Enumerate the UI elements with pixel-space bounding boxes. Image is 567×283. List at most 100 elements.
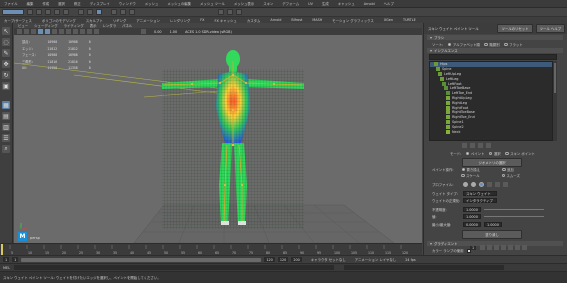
- lasso-tool-icon[interactable]: ◌: [2, 38, 10, 46]
- play-forward-icon[interactable]: [501, 245, 506, 250]
- step-back-icon[interactable]: [487, 245, 492, 250]
- shelf-tab[interactable]: モーション グラフィックス: [332, 18, 374, 23]
- open-scene-icon[interactable]: [36, 9, 42, 15]
- snap-point-icon[interactable]: [129, 9, 135, 15]
- texture-icon[interactable]: [52, 29, 57, 34]
- key-icon[interactable]: [522, 245, 527, 250]
- max-field[interactable]: 1.0000: [484, 222, 502, 227]
- scale-tool-icon[interactable]: ▣: [2, 82, 10, 90]
- go-end-icon[interactable]: [515, 245, 520, 250]
- influence-color-swatch[interactable]: [446, 91, 450, 96]
- normalize-select[interactable]: インタラクティブ: [463, 198, 497, 203]
- profile-soft-icon[interactable]: [471, 182, 476, 187]
- select-geometry-button[interactable]: ジオメトリの選択: [462, 158, 522, 167]
- mel-label[interactable]: MEL: [3, 266, 10, 270]
- shelf-tab[interactable]: ポリゴンのモデリング: [42, 18, 76, 23]
- move-tool-icon[interactable]: ✥: [2, 60, 10, 68]
- shelf-tab[interactable]: Arnold: [270, 18, 281, 22]
- profile-gaussian-icon[interactable]: [463, 182, 468, 187]
- profile-image-icon[interactable]: [495, 182, 500, 187]
- value-slider[interactable]: [484, 215, 544, 218]
- brush-section-header[interactable]: ブラシ: [427, 35, 563, 40]
- play-back-icon[interactable]: [494, 245, 499, 250]
- menu-item[interactable]: 生成: [322, 1, 329, 6]
- menu-item[interactable]: スキン: [263, 1, 273, 6]
- shelf-tab[interactable]: MASH: [312, 18, 322, 22]
- influence-color-swatch[interactable]: [446, 129, 450, 134]
- grid-toggle-icon[interactable]: [141, 29, 146, 34]
- sort-alpha-radio[interactable]: [447, 42, 452, 47]
- profile-square-icon[interactable]: [487, 182, 492, 187]
- shadow-icon[interactable]: [66, 29, 71, 34]
- wireframe-icon[interactable]: [38, 29, 43, 34]
- mode-select-radio[interactable]: [488, 151, 493, 156]
- op-replace-radio[interactable]: [461, 167, 465, 172]
- xray-joint-icon[interactable]: [94, 29, 99, 34]
- unlock-icon[interactable]: [470, 143, 475, 148]
- new-scene-icon[interactable]: [27, 9, 33, 15]
- opacity-slider[interactable]: [484, 208, 544, 211]
- copy-icon[interactable]: [478, 143, 483, 148]
- min-field[interactable]: 0.0000: [463, 222, 481, 227]
- influence-color-swatch[interactable]: [446, 115, 450, 120]
- paint-select-icon[interactable]: ✎: [2, 49, 10, 57]
- snap-grid-icon[interactable]: [111, 9, 117, 15]
- select-hierarchy-icon[interactable]: [78, 9, 84, 15]
- range-bar[interactable]: [21, 257, 262, 262]
- influence-color-swatch[interactable]: [438, 71, 442, 76]
- end-frame-field[interactable]: 120: [277, 257, 289, 262]
- anim-layer[interactable]: アニメーション レイヤなし: [355, 257, 397, 262]
- select-tool-icon[interactable]: ↖: [2, 27, 10, 35]
- shelf-tab[interactable]: カーブ/サーフェス: [4, 18, 32, 23]
- layout-two-icon[interactable]: ▥: [2, 123, 10, 131]
- shelf-tab[interactable]: XGen: [384, 18, 393, 22]
- step-forward-icon[interactable]: [508, 245, 513, 250]
- sort-hier-radio[interactable]: [484, 42, 488, 47]
- select-component-icon[interactable]: [96, 9, 102, 15]
- inner-end-field[interactable]: 120: [264, 257, 275, 262]
- influence-color-swatch[interactable]: [446, 100, 450, 105]
- weight-type-select[interactable]: スキン ウェイト: [463, 191, 497, 196]
- layout-single-icon[interactable]: ▦: [2, 101, 10, 109]
- undo-icon[interactable]: [54, 9, 60, 15]
- save-scene-icon[interactable]: [45, 9, 51, 15]
- render-icon[interactable]: [218, 9, 224, 15]
- op-add-radio[interactable]: [502, 167, 506, 172]
- menu-item[interactable]: Arnold: [364, 2, 375, 6]
- menu-item[interactable]: 作成: [42, 1, 49, 6]
- menu-item[interactable]: 編集: [27, 1, 34, 6]
- current-frame[interactable]: 1: [470, 246, 477, 250]
- influence-color-swatch[interactable]: [446, 124, 450, 129]
- paste-icon[interactable]: [486, 143, 491, 148]
- menu-item[interactable]: ファイル: [4, 1, 18, 6]
- ipr-render-icon[interactable]: [227, 9, 233, 15]
- influence-color-swatch[interactable]: [442, 81, 446, 86]
- shelf-tab[interactable]: カスタム: [247, 18, 261, 23]
- influence-list[interactable]: Hips Spine LeftUpLeg LeftLeg LeftFoot LeftToe…: [429, 61, 553, 141]
- menu-item[interactable]: メッシュ表示: [234, 1, 254, 6]
- influence-color-swatch[interactable]: [446, 119, 450, 124]
- influence-row[interactable]: Neck: [430, 129, 552, 134]
- shelf-tab[interactable]: スカルプト: [86, 18, 103, 23]
- op-scale-radio[interactable]: [461, 173, 465, 178]
- op-smooth-radio[interactable]: [501, 173, 505, 178]
- scale-value[interactable]: 1.00: [170, 30, 178, 34]
- search-icon[interactable]: ⌕: [2, 145, 10, 153]
- shelf-tab[interactable]: FX キャッシュ: [215, 18, 237, 23]
- isolate-icon[interactable]: [80, 29, 85, 34]
- modeling-menu-set[interactable]: [2, 9, 24, 15]
- lights-icon[interactable]: [59, 29, 64, 34]
- scrollbar-thumb[interactable]: [554, 63, 556, 93]
- time-slider[interactable]: 5 10 15 20 25 30 35 40 45 50 55 60 65 70 75 80 85 90 95 100…: [0, 243, 422, 256]
- start-frame-field[interactable]: 1: [3, 257, 10, 262]
- character-set[interactable]: キャラクタ セットなし: [311, 257, 346, 262]
- menu-item[interactable]: ディスプレイ: [90, 1, 110, 6]
- character-mesh[interactable]: [162, 50, 304, 229]
- value-field[interactable]: 1.0000: [463, 214, 481, 219]
- snap-curve-icon[interactable]: [120, 9, 126, 15]
- menu-item[interactable]: メッシュ: [145, 1, 159, 6]
- reset-tool-button[interactable]: ツールのリセット: [497, 24, 533, 33]
- camera-icon[interactable]: [17, 29, 22, 34]
- menu-item[interactable]: メッシュの編集: [167, 1, 191, 6]
- influence-section-header[interactable]: インフルエンス: [427, 48, 563, 53]
